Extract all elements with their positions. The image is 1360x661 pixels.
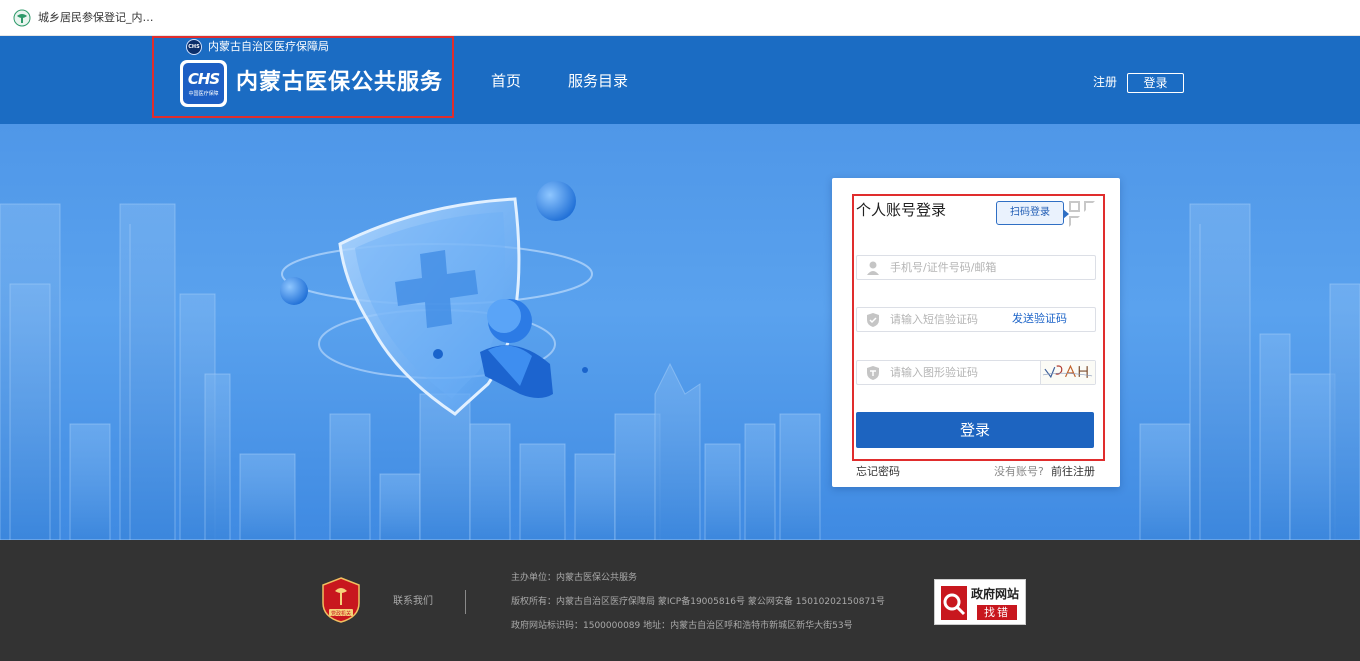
logo-subtext: 中国医疗保障 [188, 91, 219, 97]
logo-text: CHS [187, 70, 220, 88]
hero-illustration [0, 181, 1360, 540]
favicon-icon [13, 9, 31, 27]
shield-check-icon [867, 313, 879, 327]
gov-badge-sub: 找错 [977, 605, 1017, 620]
gov-badge-title: 政府网站 [971, 587, 1020, 601]
header-register-link[interactable]: 注册 [1093, 74, 1117, 90]
nav-home[interactable]: 首页 [491, 70, 521, 92]
footer-copyright: 版权所有：内蒙古自治区医疗保障局 蒙ICP备19005816号 蒙公网安备 15… [511, 597, 885, 607]
shield-t-icon [867, 366, 879, 380]
header-login-button[interactable]: 登录 [1127, 73, 1184, 93]
browser-tab-bar: 城乡居民参保登记_内… [0, 0, 1360, 36]
account-input[interactable]: 手机号/证件号码/邮箱 [856, 255, 1096, 280]
qr-login-tip[interactable]: 扫码登录 [996, 201, 1069, 225]
send-code-button[interactable]: 发送验证码 [1012, 311, 1067, 327]
login-submit-button[interactable]: 登录 [856, 412, 1094, 448]
site-title[interactable]: 内蒙古医保公共服务 [236, 66, 443, 100]
org-emblem-icon: CHS [186, 39, 202, 55]
captcha-image[interactable] [1040, 361, 1095, 384]
nav-service-catalog[interactable]: 服务目录 [568, 70, 628, 92]
account-placeholder: 手机号/证件号码/邮箱 [890, 261, 997, 274]
site-header: CHS 内蒙古自治区医疗保障局 CHS 中国医疗保障 内蒙古医保公共服务 首页 … [0, 36, 1360, 124]
party-badge-text: 党政机关 [331, 610, 351, 617]
magnifier-icon [941, 586, 967, 620]
contact-us-link[interactable]: 联系我们 [393, 595, 433, 609]
footer-host: 主办单位：内蒙古医保公共服务 [511, 573, 638, 583]
image-code-placeholder: 请输入图形验证码 [890, 366, 978, 379]
hero-banner [0, 124, 1360, 540]
footer-site-code: 政府网站标识码：1500000089 地址：内蒙古自治区呼和浩特市新城区新华大街… [511, 621, 853, 631]
login-card: 个人账号登录 扫码登录 手机号/证件号码/邮箱 请输入短信验证码 发送验证码 请… [832, 178, 1120, 487]
qr-code-icon[interactable] [1068, 200, 1096, 228]
chs-logo[interactable]: CHS 中国医疗保障 [180, 60, 227, 107]
sms-placeholder: 请输入短信验证码 [890, 313, 978, 326]
go-register-link[interactable]: 前往注册 [1051, 464, 1095, 480]
org-name: 内蒙古自治区医疗保障局 [208, 40, 329, 53]
login-title: 个人账号登录 [856, 201, 947, 219]
gov-site-error-badge[interactable]: 政府网站 找错 [934, 579, 1026, 625]
forgot-password-link[interactable]: 忘记密码 [856, 464, 900, 480]
party-government-badge[interactable]: 党政机关 [321, 577, 361, 623]
no-account-text: 没有账号? [994, 465, 1044, 478]
site-footer: 党政机关 联系我们 主办单位：内蒙古医保公共服务 版权所有：内蒙古自治区医疗保障… [0, 540, 1360, 661]
tab-title[interactable]: 城乡居民参保登记_内… [38, 10, 154, 26]
footer-divider [465, 590, 466, 614]
user-icon [867, 261, 879, 275]
